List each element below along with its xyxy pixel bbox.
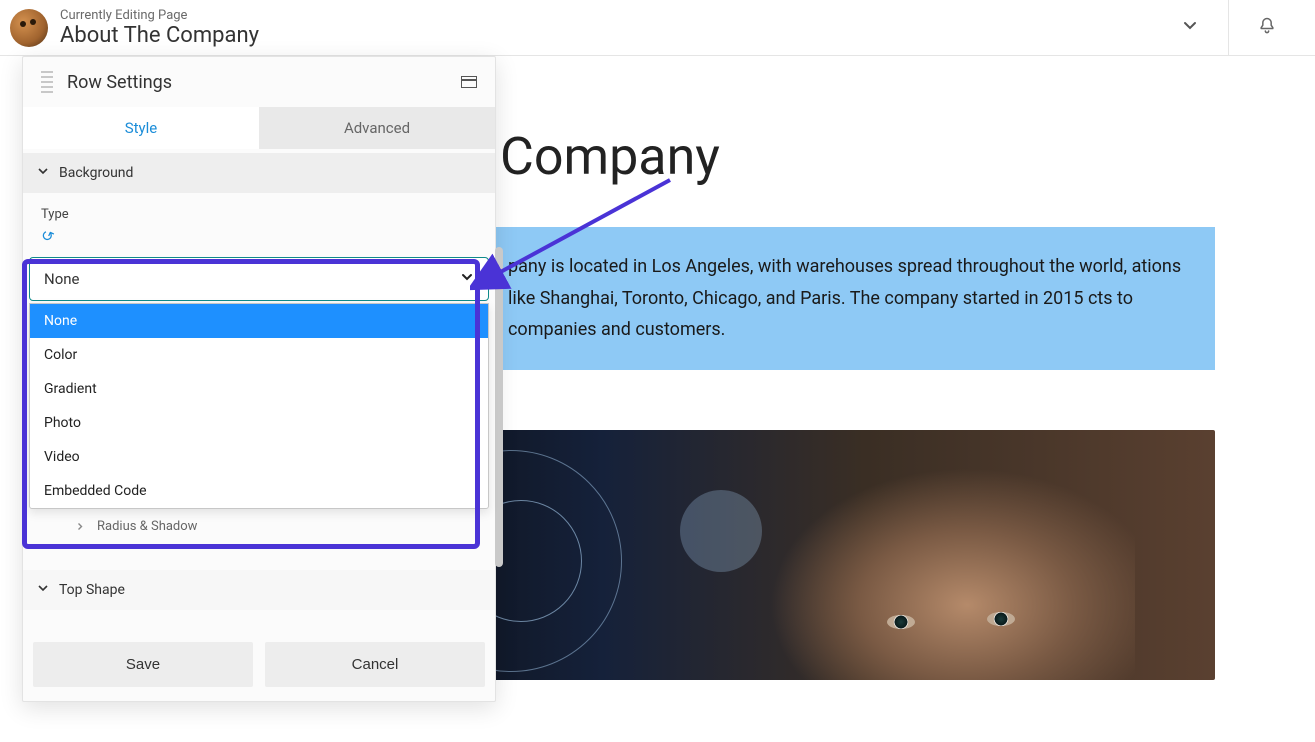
save-button[interactable]: Save xyxy=(33,642,253,687)
section-label: Background xyxy=(59,165,133,181)
editing-label: Currently Editing Page xyxy=(60,8,259,23)
tab-style[interactable]: Style xyxy=(23,107,259,149)
page-dropdown-chevron-icon[interactable] xyxy=(1152,18,1228,38)
option-gradient[interactable]: Gradient xyxy=(30,372,488,406)
section-label: Top Shape xyxy=(59,582,125,598)
select-value: None xyxy=(44,270,80,288)
page-selector[interactable]: Currently Editing Page About The Company xyxy=(60,8,259,48)
background-type-select[interactable]: None xyxy=(29,257,489,301)
editing-page-title: About The Company xyxy=(60,23,259,48)
option-color[interactable]: Color xyxy=(30,338,488,372)
section-background[interactable]: Background xyxy=(23,153,495,193)
panel-scrollbar[interactable] xyxy=(495,247,503,567)
panel-tabs: Style Advanced xyxy=(23,107,495,149)
top-bar: Currently Editing Page About The Company xyxy=(0,0,1315,56)
option-video[interactable]: Video xyxy=(30,440,488,474)
tab-advanced[interactable]: Advanced xyxy=(259,107,495,149)
section-top-shape[interactable]: Top Shape xyxy=(23,570,495,610)
subsection-label: Radius & Shadow xyxy=(97,519,197,534)
app-logo-icon xyxy=(10,9,48,47)
reset-icon[interactable]: ↻ xyxy=(38,225,57,247)
chevron-right-icon xyxy=(75,522,90,532)
cancel-button[interactable]: Cancel xyxy=(265,642,485,687)
option-none[interactable]: None xyxy=(30,304,488,338)
notifications-icon[interactable] xyxy=(1229,16,1305,40)
option-photo[interactable]: Photo xyxy=(30,406,488,440)
page-heading: Company xyxy=(500,126,1255,187)
panel-header[interactable]: Row Settings xyxy=(23,57,495,107)
field-label: Type xyxy=(41,207,477,222)
drag-handle-icon[interactable] xyxy=(41,71,53,93)
background-type-field: Type ↻ xyxy=(23,193,495,257)
subsection-radius-shadow[interactable]: Radius & Shadow xyxy=(23,509,495,544)
chevron-down-icon xyxy=(37,165,49,181)
chevron-down-icon xyxy=(460,270,474,288)
chevron-down-icon xyxy=(37,582,49,598)
panel-title: Row Settings xyxy=(67,72,461,93)
row-settings-panel: Row Settings Style Advanced Background T… xyxy=(22,56,496,702)
background-type-dropdown: None Color Gradient Photo Video Embedded… xyxy=(29,303,489,509)
panel-buttons: Save Cancel xyxy=(23,628,495,701)
option-embedded-code[interactable]: Embedded Code xyxy=(30,474,488,508)
window-icon[interactable] xyxy=(461,76,477,88)
highlighted-text-block[interactable]: pany is located in Los Angeles, with war… xyxy=(480,227,1215,370)
